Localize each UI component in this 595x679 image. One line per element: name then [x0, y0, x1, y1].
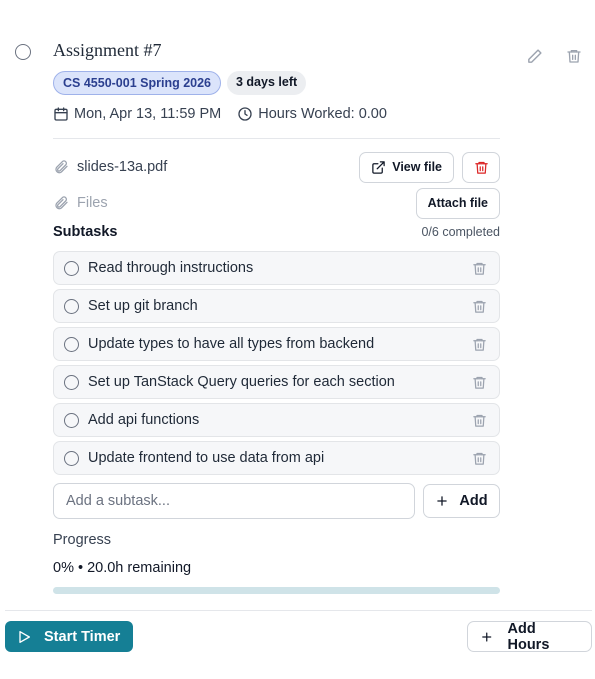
trash-icon [473, 300, 486, 313]
task-title: Assignment #7 [53, 40, 162, 60]
view-file-label: View file [392, 160, 442, 174]
paperclip-icon [55, 160, 68, 174]
due-date-text: Mon, Apr 13, 11:59 PM [74, 106, 222, 122]
add-subtask-label: Add [459, 493, 488, 509]
progress-label: Progress [53, 532, 112, 548]
subtask-item: Read through instructions [53, 251, 500, 285]
subtasks-count: 0/6 completed [421, 225, 500, 239]
files-label: Files [77, 195, 108, 211]
files-row: Files Attach file [53, 187, 500, 219]
delete-subtask-button[interactable] [472, 451, 487, 466]
subtask-label: Update types to have all types from back… [88, 336, 375, 352]
progress-summary: 0% • 20.0h remaining [53, 560, 192, 576]
due-date: Mon, Apr 13, 11:59 PM [53, 106, 221, 122]
delete-subtask-button[interactable] [472, 337, 487, 352]
delete-subtask-button[interactable] [472, 261, 487, 276]
edit-task-button[interactable] [522, 44, 546, 68]
delete-subtask-button[interactable] [472, 413, 487, 428]
attach-file-label: Attach file [427, 196, 488, 210]
attachment-row: slides-13a.pdf View file [53, 151, 500, 183]
play-icon [19, 630, 30, 643]
plus-icon [437, 496, 448, 506]
subtask-label: Read through instructions [88, 260, 254, 276]
subtask-item: Set up git branch [53, 289, 500, 323]
subtask-label: Set up git branch [88, 298, 198, 314]
hours-worked: Hours Worked: 0.00 [237, 106, 387, 122]
delete-subtask-button[interactable] [472, 375, 487, 390]
subtask-checkbox[interactable] [64, 450, 79, 466]
delete-subtask-button[interactable] [472, 299, 487, 314]
due-badge: 3 days left [227, 71, 307, 95]
add-hours-label: Add Hours [507, 620, 550, 653]
subtasks-header: Subtasks 0/6 completed [53, 224, 500, 240]
subtask-checkbox[interactable] [64, 336, 79, 352]
trash-icon [474, 161, 488, 174]
calendar-icon [54, 107, 68, 121]
trash-icon [473, 452, 486, 465]
trash-icon [473, 262, 486, 275]
attach-file-button[interactable]: Attach file [415, 187, 500, 219]
plus-icon [482, 631, 492, 642]
add-hours-button[interactable]: Add Hours [467, 620, 592, 653]
trash-icon [473, 414, 486, 427]
subtask-item: Update frontend to use data from api [53, 441, 500, 475]
hours-worked-text: Hours Worked: 0.00 [258, 106, 387, 122]
subtask-checkbox[interactable] [64, 260, 79, 276]
subtask-checkbox[interactable] [64, 298, 79, 314]
paperclip-icon [55, 196, 68, 210]
subtask-checkbox[interactable] [64, 412, 79, 428]
view-file-button[interactable]: View file [359, 151, 454, 183]
add-subtask-input[interactable] [53, 483, 415, 519]
trash-icon [473, 376, 486, 389]
start-timer-button[interactable]: Start Timer [5, 621, 133, 652]
external-link-icon [372, 160, 385, 174]
progress-bar [53, 587, 500, 594]
subtask-label: Set up TanStack Query queries for each s… [88, 374, 395, 390]
delete-task-button[interactable] [562, 44, 586, 68]
subtasks-heading: Subtasks [53, 224, 118, 240]
subtask-item: Add api functions [53, 403, 500, 437]
course-badge: CS 4550-001 Spring 2026 [53, 71, 221, 95]
trash-icon [567, 50, 581, 63]
subtask-item: Set up TanStack Query queries for each s… [53, 365, 500, 399]
start-timer-label: Start Timer [44, 628, 121, 645]
task-complete-checkbox[interactable] [15, 44, 31, 60]
add-subtask-button[interactable]: Add [423, 484, 500, 518]
attachment-name: slides-13a.pdf [77, 159, 168, 175]
delete-attachment-button[interactable] [462, 151, 500, 183]
footer-divider [5, 610, 592, 611]
subtask-label: Update frontend to use data from api [88, 450, 325, 466]
subtask-checkbox[interactable] [64, 374, 79, 390]
task-meta: Mon, Apr 13, 11:59 PM Hours Worked: 0.00 [53, 106, 387, 122]
pencil-icon [527, 48, 542, 63]
subtask-item: Update types to have all types from back… [53, 327, 500, 361]
trash-icon [473, 338, 486, 351]
subtask-label: Add api functions [88, 412, 200, 428]
task-badges: CS 4550-001 Spring 2026 3 days left [53, 71, 307, 95]
divider [53, 138, 500, 139]
clock-icon [238, 107, 252, 121]
